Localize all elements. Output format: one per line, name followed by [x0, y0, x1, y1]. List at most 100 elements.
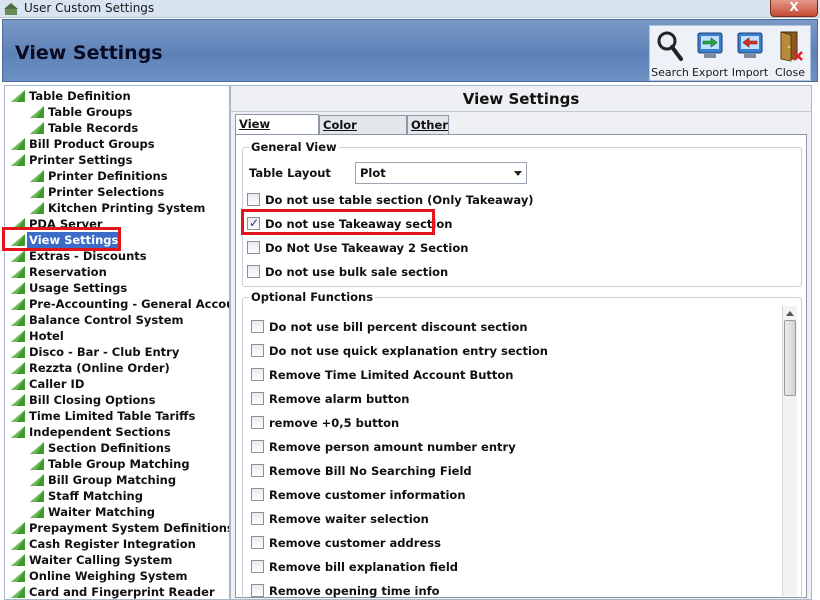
page-title: View Settings: [15, 42, 163, 64]
scrollbar-thumb[interactable]: [784, 320, 796, 396]
highlight-box-takeaway: [241, 209, 435, 235]
tree-node-icon: [11, 266, 25, 278]
checkbox-label: Do Not Use Takeaway 2 Section: [265, 241, 469, 255]
tab-other[interactable]: Other: [407, 115, 449, 135]
checkbox-box[interactable]: [251, 416, 264, 429]
tree-item-label: Disco - Bar - Club Entry: [29, 345, 180, 359]
tree-item-label: Table Group Matching: [48, 457, 190, 471]
tree-item-label: Hotel: [29, 329, 64, 343]
tree-item-label: Prepayment System Definitions: [29, 521, 230, 535]
tree-node-icon: [11, 90, 25, 102]
tab-color-settings[interactable]: Color Settings: [319, 115, 407, 150]
settings-tree: Table Definition Table Groups Table Record…: [4, 85, 230, 600]
tree-item-label: Cash Register Integration: [29, 537, 196, 551]
highlight-box-view-settings: [2, 227, 121, 251]
checkbox-box[interactable]: [251, 320, 264, 333]
tree-node-icon: [11, 346, 25, 358]
table-layout-value: Plot: [360, 166, 386, 180]
checkbox-box[interactable]: [251, 584, 264, 597]
checkbox-label: Remove Bill No Searching Field: [269, 464, 472, 478]
checkbox-label: Remove alarm button: [269, 392, 410, 406]
tree-node-icon: [30, 506, 44, 518]
tree-item-label: Caller ID: [29, 377, 85, 391]
checkbox-label: Remove waiter selection: [269, 512, 429, 526]
tree-item-label: Waiter Calling System: [29, 553, 173, 567]
optional-functions-title: Optional Functions: [249, 290, 376, 304]
tree-item-label: Bill Group Matching: [48, 473, 177, 487]
tab-content: General View Table Layout Plot Do not us…: [235, 134, 807, 600]
tree-node-icon: [11, 554, 25, 566]
tree-item-label: Independent Sections: [29, 425, 171, 439]
close-button[interactable]: Close: [770, 26, 810, 80]
tree-item-label: Table Definition: [29, 89, 131, 103]
checkbox-box[interactable]: [251, 392, 264, 405]
tab-view-settings[interactable]: View Settings: [235, 114, 319, 149]
tree-item-label: Balance Control System: [29, 313, 184, 327]
tree-item-label: Staff Matching: [48, 489, 143, 503]
tree-node-icon: [11, 410, 25, 422]
checkbox-box[interactable]: [251, 344, 264, 357]
checkbox-label: Remove opening time info: [269, 584, 440, 598]
checkbox-box[interactable]: [247, 193, 260, 206]
checkbox-box[interactable]: [251, 368, 264, 381]
tree-item-label: Reservation: [29, 265, 107, 279]
tree-node-icon: [30, 490, 44, 502]
tree-node-icon: [30, 442, 44, 454]
tree-node-icon: [11, 138, 25, 150]
checkbox-label: remove +0,5 button: [269, 416, 400, 430]
tree-node-icon: [11, 378, 25, 390]
tree-item-label: Table Groups: [48, 105, 133, 119]
tree-item-label: Usage Settings: [29, 281, 128, 295]
tree-node-icon: [11, 538, 25, 550]
checkbox-box[interactable]: [251, 440, 264, 453]
tree-node-icon: [11, 586, 25, 598]
tree-node-icon: [30, 186, 44, 198]
checkbox-label: Do not use bulk sale section: [265, 265, 449, 279]
door-exit-icon: [780, 31, 803, 62]
toolbar: Search Export Import Close: [649, 25, 811, 81]
general-view-title: General View: [249, 140, 339, 154]
checkbox-box[interactable]: [251, 512, 264, 525]
checkbox-box[interactable]: [247, 265, 260, 278]
checkbox-box[interactable]: [247, 241, 260, 254]
tree-node-icon: [30, 474, 44, 486]
optional-functions-group: Optional Functions Do not use bill perce…: [242, 290, 802, 600]
search-icon: [657, 31, 683, 61]
tree-item-label: Bill Product Groups: [29, 137, 155, 151]
tree-item-label: Online Weighing System: [29, 569, 188, 583]
checkbox-label: Remove customer address: [269, 536, 441, 550]
tree-item-label: Time Limited Table Tariffs: [29, 409, 196, 423]
panel-title: View Settings: [462, 90, 580, 108]
optional-scrollbar[interactable]: [782, 306, 797, 596]
checkbox-box[interactable]: [251, 488, 264, 501]
checkbox-box[interactable]: [251, 560, 264, 573]
tree-item-label: Section Definitions: [48, 441, 171, 455]
tree-node-icon: [30, 458, 44, 470]
tree-item-label: Card and Fingerprint Reader: [29, 585, 215, 599]
checkbox-box[interactable]: [251, 536, 264, 549]
tree-node-icon: [30, 122, 44, 134]
settings-panel: View Settings View Settings Color Settin…: [230, 85, 812, 600]
tree-node-icon: [11, 362, 25, 374]
export-icon: [697, 32, 723, 58]
window-close-button[interactable]: X: [770, 0, 818, 17]
tree-item-label: Kitchen Printing System: [48, 201, 206, 215]
scroll-up-icon[interactable]: [786, 311, 794, 316]
checkbox-label: Do not use quick explanation entry secti…: [269, 344, 548, 358]
tree-node-icon: [11, 426, 25, 438]
tree-node-icon: [11, 282, 25, 294]
checkbox-box[interactable]: [251, 464, 264, 477]
checkbox-label: Do not use bill percent discount section: [269, 320, 528, 334]
checkbox-label: Do not use table section (Only Takeaway): [265, 193, 534, 207]
tree-item-label: Waiter Matching: [48, 505, 156, 519]
tree-item-label: Printer Settings: [29, 153, 133, 167]
close-label: Close: [775, 66, 805, 79]
tree-node-icon: [30, 202, 44, 214]
tree-item-label: Pre-Accounting - General Accounting: [29, 297, 229, 311]
tree-item-label: Printer Definitions: [48, 169, 168, 183]
tree-node-icon: [30, 106, 44, 118]
table-layout-select[interactable]: Plot: [355, 162, 527, 184]
panel-divider: [231, 111, 811, 112]
close-icon: X: [789, 0, 799, 14]
header-bar: View Settings Search Export Import Close: [2, 19, 818, 82]
